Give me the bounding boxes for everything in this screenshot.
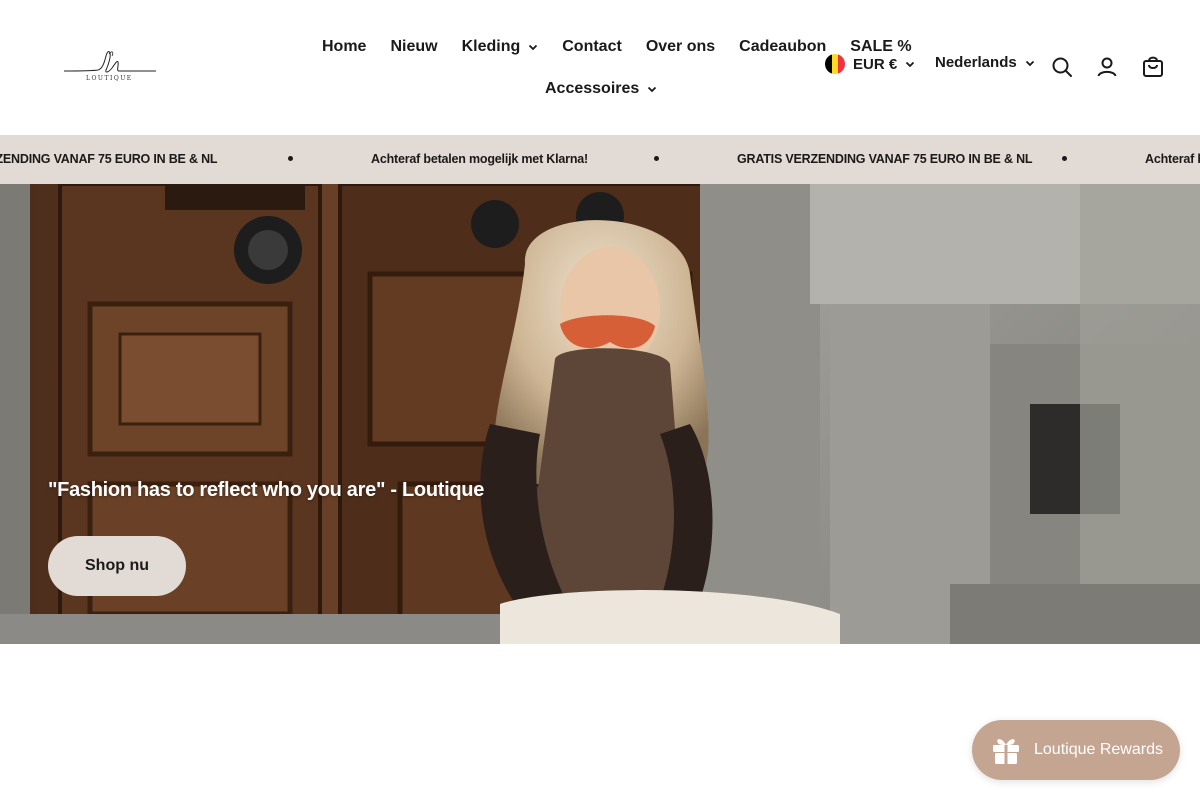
nav-item-cadeaubon[interactable]: Cadeaubon — [727, 38, 838, 56]
nav-item-home[interactable]: Home — [310, 38, 378, 56]
nav-item-label: Kleding — [461, 38, 521, 55]
currency-selector[interactable]: EUR € — [825, 54, 915, 74]
chevron-down-icon — [1025, 60, 1034, 66]
nav-item-kleding[interactable]: Kleding — [450, 38, 551, 56]
chevron-down-icon — [529, 44, 538, 51]
nav-item-accessoires[interactable]: Accessoires — [533, 80, 669, 98]
belgium-flag-icon — [825, 54, 845, 74]
nav-item-label: Home — [322, 38, 367, 55]
currency-label: EUR € — [853, 55, 898, 73]
rewards-launcher[interactable]: Loutique Rewards — [972, 720, 1180, 780]
nav-item-label: Contact — [562, 38, 622, 55]
shop-now-button[interactable]: Shop nu — [48, 536, 186, 596]
hero-quote: "Fashion has to reflect who you are" - L… — [48, 479, 485, 501]
announcement-message: Achteraf betalen mogelijk met Klarna! — [1145, 152, 1200, 166]
search-icon[interactable] — [1050, 55, 1074, 79]
nav-item-over-ons[interactable]: Over ons — [634, 38, 727, 56]
separator-dot — [654, 156, 659, 161]
hero-banner: "Fashion has to reflect who you are" - L… — [0, 184, 1200, 644]
nav-item-nieuw[interactable]: Nieuw — [378, 38, 449, 56]
nav-item-contact[interactable]: Contact — [550, 38, 634, 56]
cart-icon[interactable] — [1141, 55, 1165, 79]
separator-dot — [1062, 156, 1067, 161]
announcement-bar: GRATIS VERZENDING VANAF 75 EURO IN BE & … — [0, 135, 1200, 184]
separator-dot — [288, 156, 293, 161]
language-label: Nederlands — [935, 54, 1017, 71]
chevron-down-icon — [648, 86, 657, 93]
announcement-message: GRATIS VERZENDING VANAF 75 EURO IN BE & … — [737, 152, 1033, 166]
announcement-message: GRATIS VERZENDING VANAF 75 EURO IN BE & … — [0, 152, 218, 166]
account-icon[interactable] — [1095, 55, 1119, 79]
rewards-label: Loutique Rewards — [1034, 741, 1163, 758]
nav-item-label: Cadeaubon — [739, 38, 827, 55]
announcement-message: Achteraf betalen mogelijk met Klarna! — [371, 152, 588, 166]
nav-item-label: Accessoires — [545, 80, 640, 97]
site-header: LOUTIQUE Home Nieuw Kleding Contact Over ons… — [0, 0, 1200, 135]
logo-wordmark: LOUTIQUE — [86, 75, 133, 82]
gift-icon — [993, 739, 1019, 764]
main-nav: Home Nieuw Kleding Contact Over ons Cadeaubon… — [310, 26, 912, 97]
nav-item-label: Over ons — [645, 38, 716, 55]
nav-item-label: Nieuw — [390, 38, 438, 55]
language-selector[interactable]: Nederlands — [935, 54, 1035, 71]
chevron-down-icon — [906, 61, 915, 68]
